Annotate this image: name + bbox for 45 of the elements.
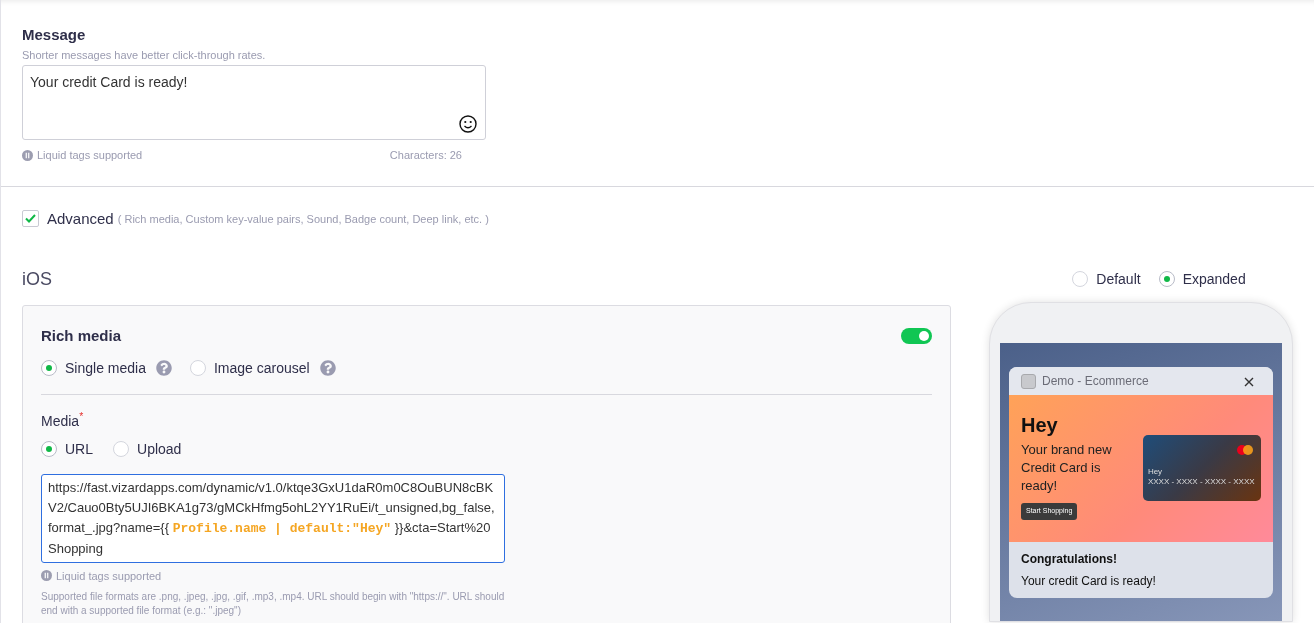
advanced-note: ( Rich media, Custom key-value pairs, Sound, Badge count, Deep link, etc. ) — [117, 211, 489, 227]
character-count: Characters: 26 — [389, 148, 462, 163]
message-field[interactable]: Your credit Card is ready! — [22, 65, 486, 140]
app-name: Demo - Ecommerce — [1042, 373, 1150, 390]
banner-text: Your brand new Credit Card is ready! — [1021, 441, 1113, 495]
platform-title: iOS — [22, 268, 53, 291]
radio-label: Single media — [65, 358, 146, 378]
section-title: Message — [22, 25, 87, 45]
liquid-note: Liquid tags supported — [37, 148, 143, 163]
notification-title: Congratulations! — [1021, 551, 1118, 568]
toggle-switch[interactable] — [901, 328, 932, 345]
info-icon — [41, 570, 52, 582]
radio-label: Image carousel — [213, 358, 310, 378]
app-icon — [1021, 373, 1036, 389]
radio-label: Expanded — [1182, 269, 1246, 289]
emoji-icon[interactable] — [459, 115, 477, 133]
url-field[interactable]: https://fast.vizardapps.com/dynamic/v1.0/ktqe3GxU1daR0m0C8OuBUN8cBKV2/Cauo0Bty5UJI6BKA1g73/gMCkHfmg5ohL2YY1RuEi/t_unsigned,bg_false,format_.jpg?name={{ Profile.name | default:"Hey" }}&cta=Start%20Shopping — [41, 473, 505, 563]
radio-button[interactable] — [41, 441, 57, 457]
info-icon — [22, 149, 33, 161]
card-name: Hey — [1147, 467, 1163, 477]
radio-label: Upload — [137, 439, 182, 459]
radio-button[interactable] — [189, 360, 206, 376]
message-text: Your credit Card is ready! — [30, 74, 188, 90]
radio-button[interactable] — [113, 441, 129, 457]
panel-title: Rich media — [41, 326, 122, 346]
notification-body: Your credit Card is ready! — [1021, 573, 1157, 590]
card-number: XXXX - XXXX - XXXX - XXXX — [1147, 477, 1256, 487]
checkbox[interactable] — [22, 210, 39, 228]
liquid-note: Liquid tags supported — [56, 568, 162, 584]
radio-button[interactable] — [41, 360, 57, 376]
advanced-label: Advanced — [47, 208, 114, 229]
radio-label: URL — [65, 439, 93, 459]
radio-label: Default — [1096, 269, 1141, 289]
banner-heading: Hey — [1021, 413, 1059, 437]
check-icon — [25, 214, 36, 224]
field-label: Media — [41, 412, 80, 429]
help-icon[interactable] — [319, 360, 336, 376]
help-icon[interactable] — [155, 360, 172, 376]
radio-button[interactable] — [1072, 271, 1089, 287]
overlapping-circles-icon — [1237, 445, 1253, 455]
radio-button[interactable] — [1158, 271, 1175, 287]
formats-note: Supported file formats are .png, .jpeg, .jpg, .gif, .mp3, .mp4. URL should begin with "https://". URL should end with a supported file format (e.g.: ".jpeg") — [41, 590, 506, 618]
required-mark: * — [79, 410, 84, 423]
close-icon[interactable] — [1244, 377, 1254, 387]
hint-text: Shorter messages have better click-through rates. — [22, 47, 267, 63]
